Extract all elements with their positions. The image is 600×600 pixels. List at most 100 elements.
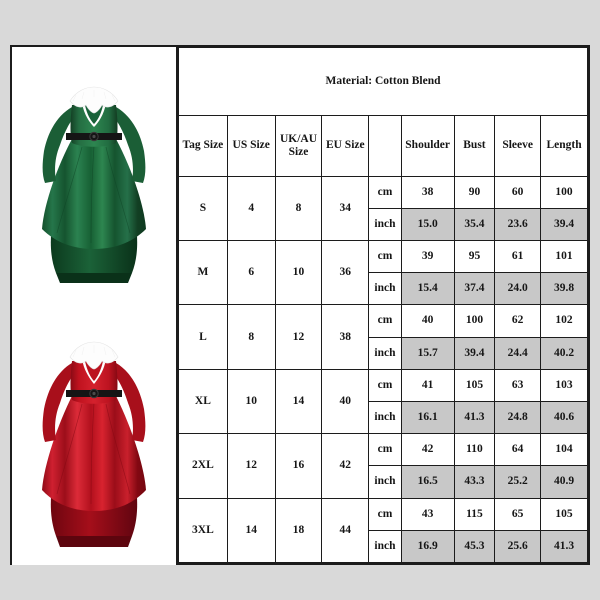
cell-uk-au-size: 16 — [274, 433, 323, 499]
cell-tag-size: 3XL — [178, 497, 228, 564]
header-uk-au-size-line1: UK/AU — [279, 132, 318, 145]
cell-cm-length: 102 — [540, 304, 588, 338]
cell-inch-bust: 43.3 — [453, 465, 496, 499]
table-row: M 6 10 36 cm 39 95 61 101 — [178, 240, 588, 306]
cell-cm-shoulder: 41 — [400, 368, 455, 403]
product-image-column — [12, 47, 178, 565]
cell-us-size: 10 — [226, 368, 276, 435]
cell-unit-cm: cm — [368, 175, 402, 209]
cell-inch-length: 41.3 — [540, 529, 588, 564]
cell-unit-inch: inch — [368, 336, 402, 370]
cell-cm-length: 103 — [540, 368, 588, 403]
cell-cm-bust: 90 — [453, 175, 496, 209]
cell-inch-bust: 35.4 — [453, 207, 496, 242]
header-eu-size: EU Size — [321, 114, 370, 177]
cell-unit-inch: inch — [368, 207, 402, 242]
cell-cm-bust: 100 — [453, 304, 496, 338]
material-row: Material: Cotton Blend — [178, 47, 588, 116]
cell-unit-inch: inch — [368, 272, 402, 306]
cell-inch-sleeve: 24.8 — [494, 401, 542, 435]
cell-tag-size: M — [178, 240, 228, 306]
cell-cm-shoulder: 40 — [400, 304, 455, 338]
cell-inch-shoulder: 16.5 — [400, 465, 455, 499]
cell-eu-size: 44 — [321, 497, 370, 564]
cell-eu-size: 42 — [321, 433, 370, 499]
product-image-green-dress — [12, 47, 176, 302]
cell-inch-shoulder: 16.1 — [400, 401, 455, 435]
header-us-size: US Size — [226, 114, 276, 177]
header-row: Tag Size US Size UK/AU Size EU Size Shou… — [178, 114, 588, 177]
cell-unit-inch: inch — [368, 529, 402, 564]
cell-unit-cm: cm — [368, 304, 402, 338]
cell-cm-sleeve: 64 — [494, 433, 542, 467]
cell-uk-au-size: 8 — [274, 175, 323, 242]
cell-inch-length: 40.9 — [540, 465, 588, 499]
cell-inch-bust: 39.4 — [453, 336, 496, 370]
cell-inch-sleeve: 25.2 — [494, 465, 542, 499]
cell-tag-size: S — [178, 175, 228, 242]
table-row: XL 10 14 40 cm 41 105 63 103 — [178, 368, 588, 435]
green-dress-illustration — [12, 47, 176, 302]
cell-cm-length: 104 — [540, 433, 588, 467]
cell-inch-length: 39.8 — [540, 272, 588, 306]
cell-inch-shoulder: 16.9 — [400, 529, 455, 564]
cell-cm-sleeve: 65 — [494, 497, 542, 531]
cell-cm-bust: 115 — [453, 497, 496, 531]
cell-inch-sleeve: 24.0 — [494, 272, 542, 306]
table-row: 2XL 12 16 42 cm 42 110 64 104 — [178, 433, 588, 499]
cell-cm-sleeve: 61 — [494, 240, 542, 274]
size-chart-card: Material: Cotton Blend Tag Size US Size … — [10, 45, 590, 565]
cell-tag-size: L — [178, 304, 228, 370]
cell-inch-length: 40.2 — [540, 336, 588, 370]
cell-inch-bust: 37.4 — [453, 272, 496, 306]
cell-uk-au-size: 12 — [274, 304, 323, 370]
cell-tag-size: XL — [178, 368, 228, 435]
header-unit — [368, 114, 402, 177]
cell-inch-length: 39.4 — [540, 207, 588, 242]
cell-eu-size: 36 — [321, 240, 370, 306]
header-sleeve: Sleeve — [494, 114, 542, 177]
header-bust: Bust — [453, 114, 496, 177]
cell-inch-shoulder: 15.0 — [400, 207, 455, 242]
cell-cm-length: 100 — [540, 175, 588, 209]
cell-cm-shoulder: 42 — [400, 433, 455, 467]
cell-cm-length: 105 — [540, 497, 588, 531]
cell-eu-size: 40 — [321, 368, 370, 435]
cell-cm-length: 101 — [540, 240, 588, 274]
cell-us-size: 6 — [226, 240, 276, 306]
cell-inch-bust: 41.3 — [453, 401, 496, 435]
size-chart-page: Material: Cotton Blend Tag Size US Size … — [0, 0, 600, 600]
cell-eu-size: 38 — [321, 304, 370, 370]
cell-inch-sleeve: 24.4 — [494, 336, 542, 370]
product-image-red-dress — [12, 302, 176, 565]
cell-cm-sleeve: 60 — [494, 175, 542, 209]
cell-inch-shoulder: 15.4 — [400, 272, 455, 306]
cell-us-size: 8 — [226, 304, 276, 370]
cell-cm-bust: 105 — [453, 368, 496, 403]
cell-inch-shoulder: 15.7 — [400, 336, 455, 370]
size-table-column: Material: Cotton Blend Tag Size US Size … — [178, 47, 588, 564]
cell-tag-size: 2XL — [178, 433, 228, 499]
table-row: S 4 8 34 cm 38 90 60 100 — [178, 175, 588, 242]
cell-us-size: 12 — [226, 433, 276, 499]
header-shoulder: Shoulder — [400, 114, 455, 177]
header-uk-au-size: UK/AU Size — [274, 114, 323, 177]
cell-inch-sleeve: 23.6 — [494, 207, 542, 242]
cell-inch-sleeve: 25.6 — [494, 529, 542, 564]
cell-unit-cm: cm — [368, 368, 402, 403]
cell-cm-shoulder: 43 — [400, 497, 455, 531]
cell-us-size: 4 — [226, 175, 276, 242]
table-row: 3XL 14 18 44 cm 43 115 65 105 — [178, 497, 588, 564]
cell-unit-inch: inch — [368, 401, 402, 435]
cell-uk-au-size: 18 — [274, 497, 323, 564]
cell-uk-au-size: 14 — [274, 368, 323, 435]
header-tag-size: Tag Size — [178, 114, 228, 177]
header-uk-au-size-line2: Size — [288, 145, 309, 158]
cell-cm-bust: 95 — [453, 240, 496, 274]
header-length: Length — [540, 114, 588, 177]
cell-cm-sleeve: 63 — [494, 368, 542, 403]
size-chart-table: Material: Cotton Blend Tag Size US Size … — [178, 47, 588, 564]
cell-uk-au-size: 10 — [274, 240, 323, 306]
cell-cm-sleeve: 62 — [494, 304, 542, 338]
cell-unit-inch: inch — [368, 465, 402, 499]
